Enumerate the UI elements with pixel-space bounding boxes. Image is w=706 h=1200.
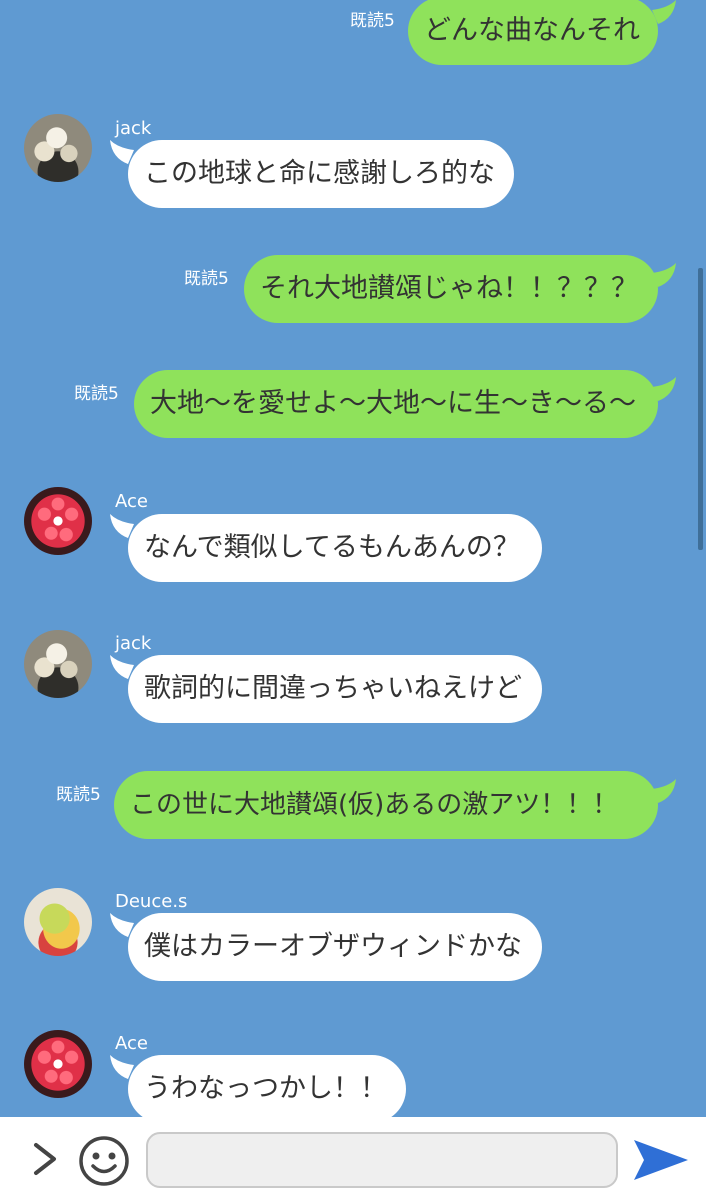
- read-receipt: 既読5: [56, 785, 101, 805]
- message-bubble-incoming[interactable]: この地球と命に感謝しろ的な: [128, 140, 514, 208]
- bubble-tail: [652, 263, 676, 287]
- sender-name: jack: [115, 118, 152, 139]
- chevron-right-icon[interactable]: [28, 1139, 64, 1179]
- scrollbar[interactable]: [698, 268, 703, 550]
- sender-name: Deuce.s: [115, 891, 188, 912]
- sender-name: Ace: [115, 1033, 148, 1054]
- avatar-jack[interactable]: [24, 630, 92, 698]
- sender-name: Ace: [115, 491, 148, 512]
- message-bubble-outgoing[interactable]: 大地〜を愛せよ〜大地〜に生〜き〜る〜: [134, 370, 658, 438]
- message-bubble-outgoing[interactable]: どんな曲なんそれ: [408, 0, 658, 65]
- message-composer: [0, 1117, 706, 1200]
- avatar-ace[interactable]: [24, 1030, 92, 1098]
- avatar-deuce[interactable]: [24, 888, 92, 956]
- avatar-ace[interactable]: [24, 487, 92, 555]
- bubble-tail: [652, 779, 676, 803]
- chat-area[interactable]: 既読5 どんな曲なんそれ jack この地球と命に感謝しろ的な 既読5 それ大地…: [0, 0, 706, 1117]
- bubble-tail: [652, 377, 676, 401]
- message-bubble-incoming[interactable]: 僕はカラーオブザウィンドかな: [128, 913, 542, 981]
- message-bubble-incoming[interactable]: うわなっつかし！！: [128, 1055, 406, 1117]
- sender-name: jack: [115, 633, 152, 654]
- send-arrow-icon[interactable]: [632, 1136, 690, 1184]
- read-receipt: 既読5: [350, 11, 395, 31]
- read-receipt: 既読5: [74, 384, 119, 404]
- message-bubble-outgoing[interactable]: それ大地讃頌じゃね！！？？？: [244, 255, 658, 323]
- bubble-tail: [652, 0, 676, 24]
- message-input[interactable]: [146, 1132, 618, 1188]
- avatar-jack[interactable]: [24, 114, 92, 182]
- smiley-icon[interactable]: [78, 1135, 130, 1187]
- message-bubble-incoming[interactable]: 歌詞的に間違っちゃいねえけど: [128, 655, 542, 723]
- message-bubble-outgoing[interactable]: この世に大地讃頌(仮)あるの激アツ！！！: [114, 771, 658, 839]
- read-receipt: 既読5: [184, 269, 229, 289]
- message-bubble-incoming[interactable]: なんで類似してるもんあんの？: [128, 514, 542, 582]
